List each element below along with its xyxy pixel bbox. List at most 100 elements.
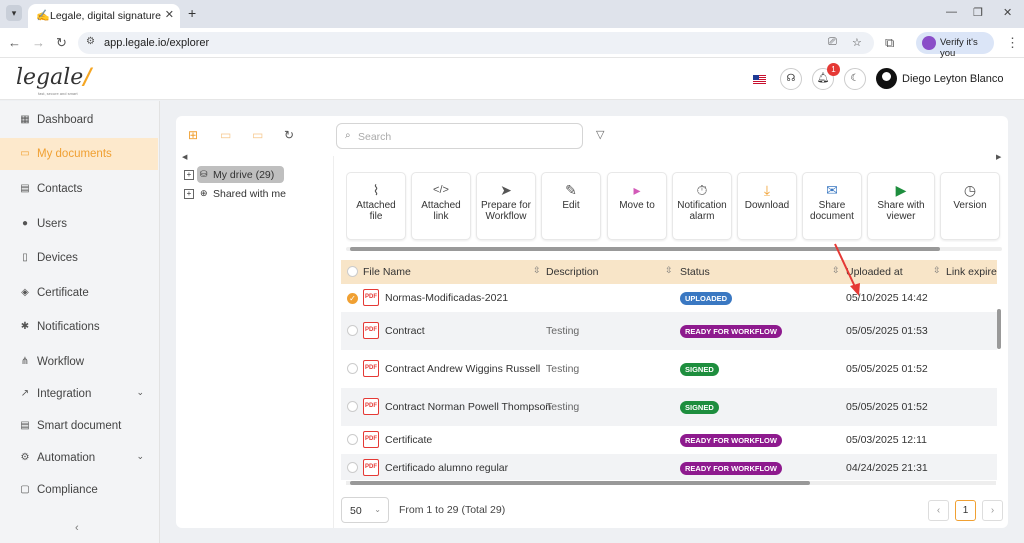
extensions-icon[interactable]: ⧉ xyxy=(885,35,894,51)
column-header-description[interactable]: Description xyxy=(546,266,599,278)
row-checkbox[interactable] xyxy=(347,434,358,445)
sidebar-item-my-documents[interactable]: ▭ My documents xyxy=(0,138,158,170)
row-checkbox[interactable]: ✓ xyxy=(347,293,358,304)
site-info-icon[interactable]: ⚙ xyxy=(86,36,95,47)
collapse-sidebar-icon[interactable]: ‹ xyxy=(75,522,79,534)
chevron-down-icon[interactable]: ⌄ xyxy=(136,451,144,462)
page-size-select[interactable]: 50 ⌄ xyxy=(341,497,389,523)
table-header-row: File Name ⇳ Description ⇳ Status ⇳ Uploa… xyxy=(341,260,997,284)
attached-link-button[interactable]: </> Attached link xyxy=(411,172,471,240)
actions-scrollbar[interactable] xyxy=(346,247,1002,251)
minimize-icon[interactable]: — xyxy=(946,6,957,18)
sort-icon[interactable]: ⇳ xyxy=(533,265,541,276)
table-row[interactable]: PDF Contract Testing READY FOR WORKFLOW … xyxy=(341,312,997,350)
legale-logo[interactable]: legale/ xyxy=(16,64,91,90)
sidebar-item-workflow[interactable]: ⋔ Workflow xyxy=(0,346,158,378)
pdf-file-icon: PDF xyxy=(363,398,379,415)
next-page-button[interactable]: › xyxy=(982,500,1003,521)
back-icon[interactable]: ← xyxy=(8,35,21,50)
folder-move-icon[interactable]: ▭ xyxy=(252,128,263,142)
sidebar-item-certificate[interactable]: ◈ Certificate xyxy=(0,277,158,309)
file-name[interactable]: Contract Andrew Wiggins Russell xyxy=(385,363,540,375)
sort-icon[interactable]: ⇳ xyxy=(665,265,673,276)
share-with-viewer-button[interactable]: ▶ Share with viewer xyxy=(867,172,935,240)
notification-alarm-button[interactable]: ⏱ Notification alarm xyxy=(672,172,732,240)
table-row[interactable]: PDF Contract Norman Powell Thompson Test… xyxy=(341,388,997,426)
verify-identity-button[interactable]: Verify it's you xyxy=(916,32,994,59)
scrollbar-thumb[interactable] xyxy=(997,309,1001,349)
scrollbar-thumb[interactable] xyxy=(350,481,810,485)
table-horizontal-scrollbar[interactable] xyxy=(346,481,996,485)
file-name[interactable]: Certificate xyxy=(385,434,432,446)
restore-icon[interactable]: ❐ xyxy=(973,6,983,19)
row-checkbox[interactable] xyxy=(347,325,358,336)
select-all-checkbox[interactable] xyxy=(347,266,358,277)
sort-icon[interactable]: ⇳ xyxy=(933,265,941,276)
reload-icon[interactable]: ↻ xyxy=(56,35,67,51)
user-avatar[interactable] xyxy=(876,68,897,89)
table-row[interactable]: PDF Certificate READY FOR WORKFLOW 05/03… xyxy=(341,426,997,454)
sidebar-item-integration[interactable]: ↗ Integration ⌄ xyxy=(0,378,158,410)
previous-page-button[interactable]: ‹ xyxy=(928,500,949,521)
file-name[interactable]: Contract Norman Powell Thompson xyxy=(385,401,551,413)
browser-menu-icon[interactable]: ⋮ xyxy=(1006,35,1019,51)
share-document-button[interactable]: ✉ Share document xyxy=(802,172,862,240)
file-name[interactable]: Normas-Modificadas-2021 xyxy=(385,292,508,304)
tree-node-label: Shared with me xyxy=(213,188,286,200)
sidebar-item-devices[interactable]: ▯ Devices xyxy=(0,242,158,274)
url-field[interactable]: ⚙ app.legale.io/explorer ⎚ ☆ xyxy=(78,32,874,54)
sidebar-item-automation[interactable]: ⚙ Automation ⌄ xyxy=(0,442,158,474)
forward-icon[interactable]: → xyxy=(32,35,45,50)
sidebar-item-dashboard[interactable]: ▦ Dashboard xyxy=(0,104,158,136)
column-header-status[interactable]: Status xyxy=(680,266,710,278)
column-header-file-name[interactable]: File Name xyxy=(363,266,411,278)
file-name[interactable]: Certificado alumno regular xyxy=(385,462,508,474)
alarm-clock-icon: ⏱ xyxy=(696,182,708,198)
new-tab-icon[interactable]: + xyxy=(188,5,196,21)
edit-button[interactable]: ✎ Edit xyxy=(541,172,601,240)
table-row[interactable]: ✓ PDF Normas-Modificadas-2021 UPLOADED 0… xyxy=(341,284,997,312)
sidebar-item-smart-document[interactable]: ▤ Smart document xyxy=(0,410,158,442)
attached-file-button[interactable]: ⌇ Attached file xyxy=(346,172,406,240)
column-header-link-expire[interactable]: Link expire xyxy=(946,266,997,278)
row-checkbox[interactable] xyxy=(347,462,358,473)
search-input[interactable]: ⌕ Search xyxy=(336,123,583,149)
row-checkbox[interactable] xyxy=(347,363,358,374)
us-flag-icon[interactable] xyxy=(753,75,766,84)
expand-icon[interactable]: + xyxy=(184,189,194,199)
dashboard-icon: ▦ xyxy=(20,114,30,125)
tab-search-icon[interactable]: ▾ xyxy=(6,5,22,21)
close-window-icon[interactable]: ✕ xyxy=(1003,6,1012,19)
scroll-right-icon[interactable]: ▶ xyxy=(996,153,1001,161)
refresh-icon[interactable]: ↻ xyxy=(284,128,294,142)
download-button[interactable]: ⤓ Download xyxy=(737,172,797,240)
install-app-icon[interactable]: ⎚ xyxy=(828,36,837,49)
sidebar-item-notifications[interactable]: ✱ Notifications xyxy=(0,311,158,343)
browser-tab[interactable]: ✍ Legale, digital signature ✕ xyxy=(28,4,180,28)
new-folder-icon[interactable]: ⊞ xyxy=(188,128,198,142)
tab-close-icon[interactable]: ✕ xyxy=(165,8,174,21)
sidebar-item-label: Devices xyxy=(37,252,78,264)
current-page-button[interactable]: 1 xyxy=(955,500,976,521)
action-toolbar: ⌇ Attached file </> Attached link ➤ Prepare… xyxy=(346,172,1002,242)
sidebar-item-users[interactable]: ● Users xyxy=(0,208,158,240)
bookmark-star-icon[interactable]: ☆ xyxy=(852,36,862,49)
table-row[interactable]: PDF Certificado alumno regular READY FOR… xyxy=(341,454,997,480)
row-checkbox[interactable] xyxy=(347,401,358,412)
sidebar-item-contacts[interactable]: ▤ Contacts xyxy=(0,173,158,205)
theme-moon-icon[interactable]: ☾ xyxy=(844,68,866,90)
support-headset-icon[interactable]: ☊ xyxy=(780,68,802,90)
move-to-button[interactable]: ▸ Move to xyxy=(607,172,667,240)
file-name[interactable]: Contract xyxy=(385,325,425,337)
expand-icon[interactable]: + xyxy=(184,170,194,180)
sidebar: ▦ Dashboard ▭ My documents ▤ Contacts ● User… xyxy=(0,101,160,543)
sidebar-item-compliance[interactable]: ▢ Compliance xyxy=(0,474,158,506)
user-name[interactable]: Diego Leyton Blanco xyxy=(902,73,1004,85)
version-button[interactable]: ◷ Version xyxy=(940,172,1000,240)
prepare-workflow-button[interactable]: ➤ Prepare for Workflow xyxy=(476,172,536,240)
table-vertical-scrollbar[interactable] xyxy=(997,261,1001,471)
folder-check-icon[interactable]: ▭ xyxy=(220,128,231,142)
table-row[interactable]: PDF Contract Andrew Wiggins Russell Test… xyxy=(341,350,997,388)
filter-icon[interactable]: ▽ xyxy=(596,128,604,141)
chevron-down-icon[interactable]: ⌄ xyxy=(136,387,144,398)
